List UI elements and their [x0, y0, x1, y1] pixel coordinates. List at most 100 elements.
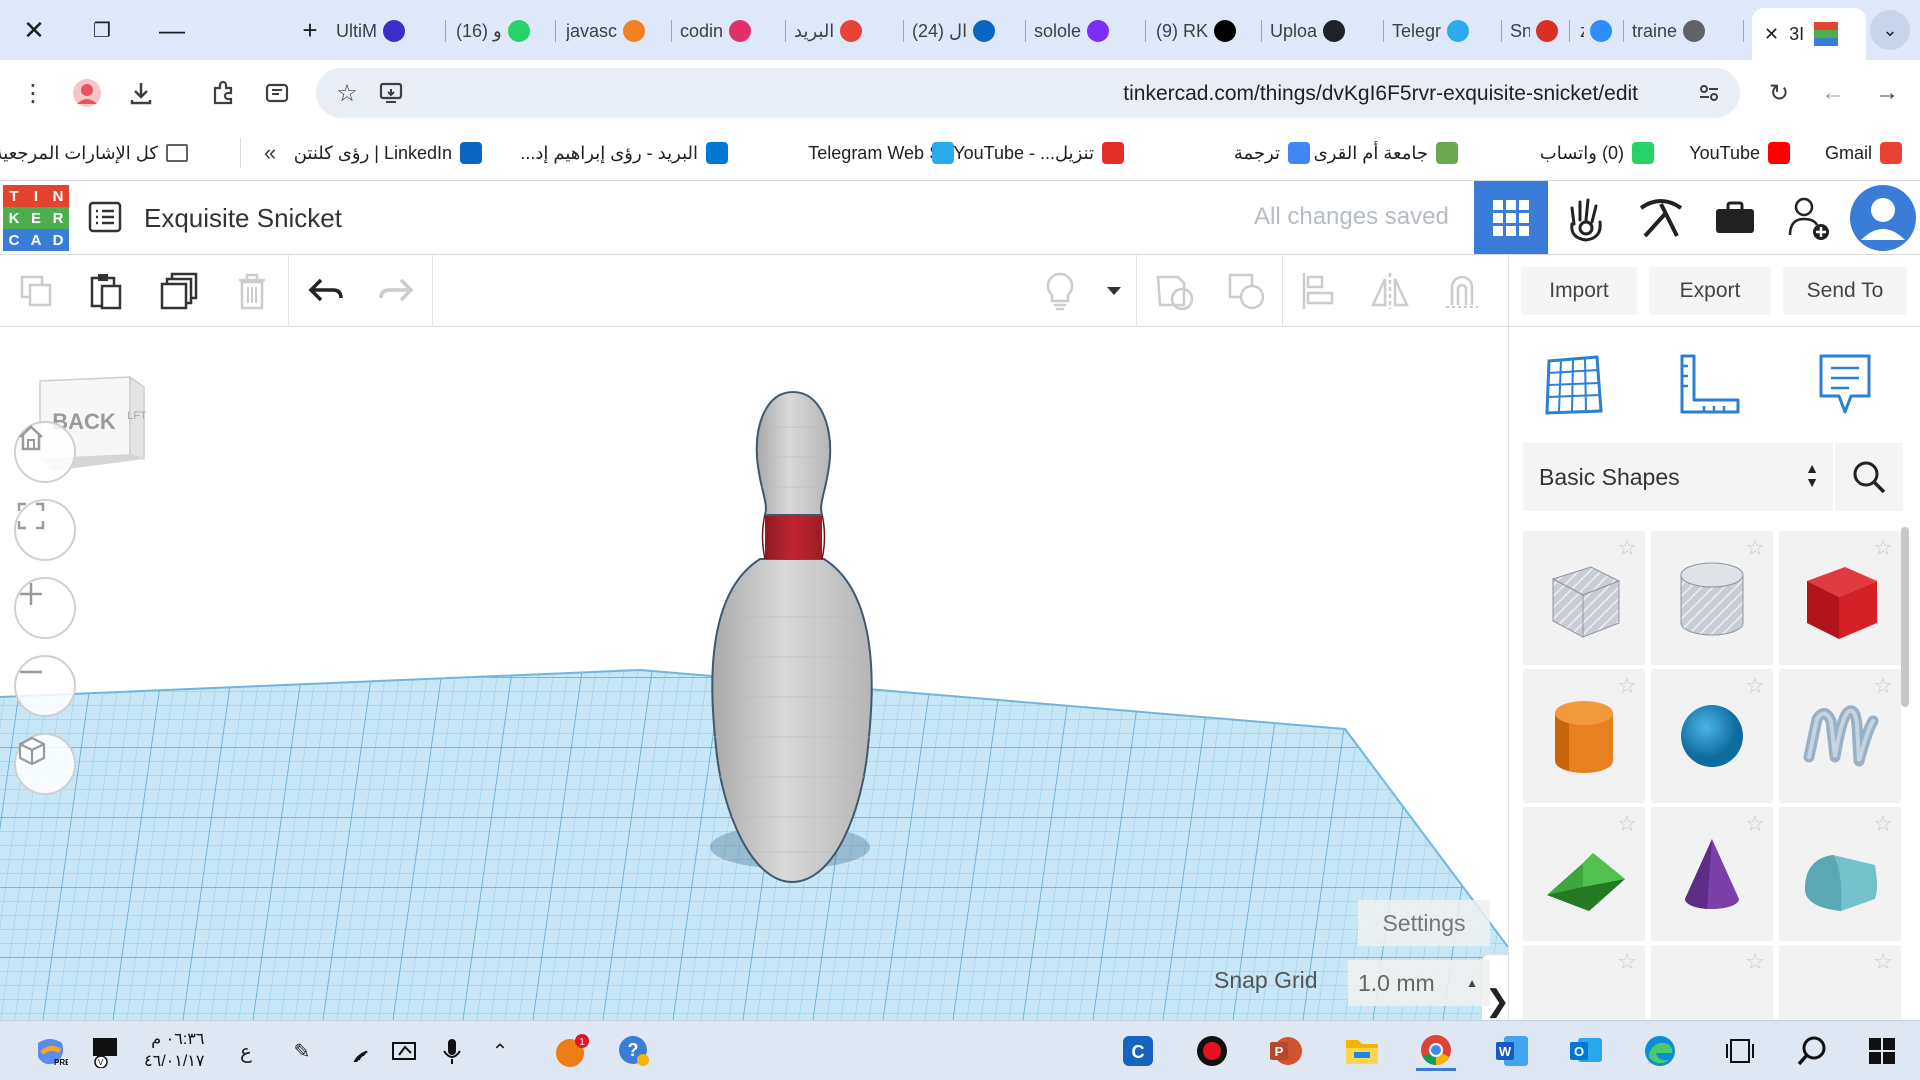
shape-sphere[interactable]: ☆ — [1651, 669, 1773, 803]
bricks-view-button[interactable] — [1624, 181, 1698, 254]
close-window-icon[interactable]: ✕ — [12, 10, 56, 50]
duplicate-icon[interactable] — [158, 269, 202, 313]
favorite-star-icon[interactable]: ☆ — [1873, 535, 1893, 561]
chevron-up-icon[interactable]: ⌃ — [480, 1031, 520, 1071]
tab-11[interactable]: zm — [1580, 12, 1624, 50]
powerpoint-icon[interactable]: P — [1266, 1031, 1306, 1071]
shape-scribble[interactable]: ☆ — [1779, 669, 1901, 803]
favorite-star-icon[interactable]: ☆ — [1617, 811, 1637, 837]
task-view-icon[interactable] — [1720, 1031, 1760, 1071]
install-app-icon[interactable] — [372, 74, 410, 112]
microphone-icon[interactable] — [432, 1031, 472, 1071]
ungroup-icon[interactable] — [1224, 269, 1268, 313]
panel-scrollbar[interactable] — [1901, 527, 1909, 707]
tab-8[interactable]: Uploa — [1270, 12, 1384, 50]
bookmark-item[interactable]: Telegram Web — [808, 140, 954, 166]
reload-icon[interactable]: ↻ — [1760, 74, 1798, 112]
tab-0[interactable]: UltiM — [336, 12, 446, 50]
shape-search-button[interactable] — [1835, 443, 1903, 511]
favorite-star-icon[interactable]: ☆ — [1873, 949, 1893, 975]
bookmarks-overflow-icon[interactable]: » — [264, 140, 276, 166]
tab-2[interactable]: javasc — [566, 12, 672, 50]
group-icon[interactable] — [1152, 269, 1196, 313]
new-tab-icon[interactable]: + — [288, 10, 332, 50]
export-button[interactable]: Export — [1649, 267, 1771, 315]
word-icon[interactable]: W — [1492, 1031, 1532, 1071]
wifi-icon[interactable] — [336, 1031, 376, 1071]
shape-cylinder[interactable]: ☆ — [1523, 669, 1645, 803]
canva-icon[interactable]: C — [1118, 1031, 1158, 1071]
restore-window-icon[interactable]: ❐ — [80, 10, 124, 50]
undo-icon[interactable] — [304, 269, 348, 313]
import-button[interactable]: Import — [1521, 267, 1637, 315]
snap-grid-select[interactable]: 1.0 mm ▲ — [1348, 960, 1490, 1006]
shape-box[interactable]: ☆ — [1779, 531, 1901, 665]
outlook-icon[interactable]: O — [1566, 1031, 1606, 1071]
tab-1[interactable]: (16) و — [456, 12, 556, 50]
bookmark-item[interactable]: جامعة أم القرى — [1314, 140, 1458, 166]
tab-9[interactable]: Telegr — [1392, 12, 1502, 50]
file-explorer-icon[interactable] — [1342, 1031, 1382, 1071]
bookmark-item[interactable]: (0) واتساب — [1540, 140, 1654, 166]
3d-view-button[interactable] — [1474, 181, 1548, 254]
fit-view-button[interactable] — [14, 499, 76, 561]
blocks-view-button[interactable] — [1550, 181, 1624, 254]
user-avatar[interactable] — [1846, 181, 1920, 254]
tab-6[interactable]: solole — [1034, 12, 1146, 50]
shape-card-partial[interactable]: ☆ — [1651, 945, 1773, 1020]
favorite-star-icon[interactable]: ☆ — [1745, 535, 1765, 561]
mirror-icon[interactable] — [1368, 269, 1412, 313]
bookmark-item[interactable]: البريد - رؤى إبراهيم إد... — [520, 140, 728, 166]
close-tab-icon[interactable]: ✕ — [1764, 24, 1779, 45]
profile-icon[interactable] — [68, 74, 106, 112]
copy-icon[interactable] — [14, 269, 58, 313]
favorite-star-icon[interactable]: ☆ — [1873, 673, 1893, 699]
shape-card-partial[interactable]: ☆ — [1523, 945, 1645, 1020]
workplane-scene[interactable] — [0, 327, 1508, 1020]
screen-capture-icon[interactable] — [384, 1031, 424, 1071]
help-icon[interactable]: ? — [614, 1031, 654, 1071]
tab-search-icon[interactable]: ⌄ — [1870, 10, 1910, 50]
bookmark-item[interactable]: كل الإشارات المرجعية — [0, 140, 188, 166]
shape-card-partial[interactable]: ☆ — [1779, 945, 1901, 1020]
tab-active[interactable]: ✕ 3I — [1752, 8, 1866, 60]
tab-3[interactable]: codin — [680, 12, 786, 50]
favorite-star-icon[interactable]: ☆ — [1873, 811, 1893, 837]
align-icon[interactable] — [1296, 269, 1340, 313]
shape-library-select[interactable]: Basic Shapes ▲ ▼ — [1523, 443, 1833, 511]
bookmark-item[interactable]: LinkedIn | رؤى كلنتن — [294, 140, 482, 166]
menu-icon[interactable]: ⋮ — [14, 74, 52, 112]
download-icon[interactable] — [122, 74, 160, 112]
tab-10[interactable]: Sn — [1510, 12, 1570, 50]
zoom-in-button[interactable] — [14, 577, 76, 639]
delete-icon[interactable] — [230, 269, 274, 313]
copilot-icon[interactable]: PRE — [30, 1031, 70, 1071]
windows-start-icon[interactable] — [1862, 1031, 1902, 1071]
favorite-star-icon[interactable]: ☆ — [1745, 949, 1765, 975]
reading-mode-icon[interactable] — [258, 74, 296, 112]
orange-app-icon[interactable]: 1 — [552, 1031, 592, 1071]
bookmark-star-icon[interactable]: ☆ — [328, 74, 366, 112]
tab-12[interactable]: traine — [1632, 12, 1744, 50]
redo-icon[interactable] — [374, 269, 418, 313]
url-text[interactable]: tinkercad.com/things/dvKgI6F5rvr-exquisi… — [1123, 82, 1638, 106]
favorite-star-icon[interactable]: ☆ — [1617, 673, 1637, 699]
bookmark-item[interactable]: Gmail — [1825, 140, 1902, 166]
shape-cylinder-hole[interactable]: ☆ — [1651, 531, 1773, 665]
ruler-tool-button[interactable] — [1669, 347, 1749, 423]
shape-roof[interactable]: ☆ — [1523, 807, 1645, 941]
home-view-button[interactable] — [14, 421, 76, 483]
shape-cone[interactable]: ☆ — [1651, 807, 1773, 941]
screen-recorder-icon[interactable] — [1192, 1031, 1232, 1071]
chevron-down-icon[interactable] — [1092, 269, 1136, 313]
projects-button[interactable] — [1698, 181, 1772, 254]
paste-icon[interactable] — [84, 269, 128, 313]
perspective-button[interactable] — [14, 733, 76, 795]
send-to-button[interactable]: Send To — [1783, 267, 1907, 315]
favorite-star-icon[interactable]: ☆ — [1745, 673, 1765, 699]
forward-icon[interactable]: → — [1868, 74, 1906, 112]
tinkercad-logo[interactable]: TINKERCAD — [3, 185, 69, 251]
language-indicator[interactable]: ع — [226, 1031, 266, 1071]
favorite-star-icon[interactable]: ☆ — [1617, 535, 1637, 561]
shape-round-roof[interactable]: ☆ — [1779, 807, 1901, 941]
